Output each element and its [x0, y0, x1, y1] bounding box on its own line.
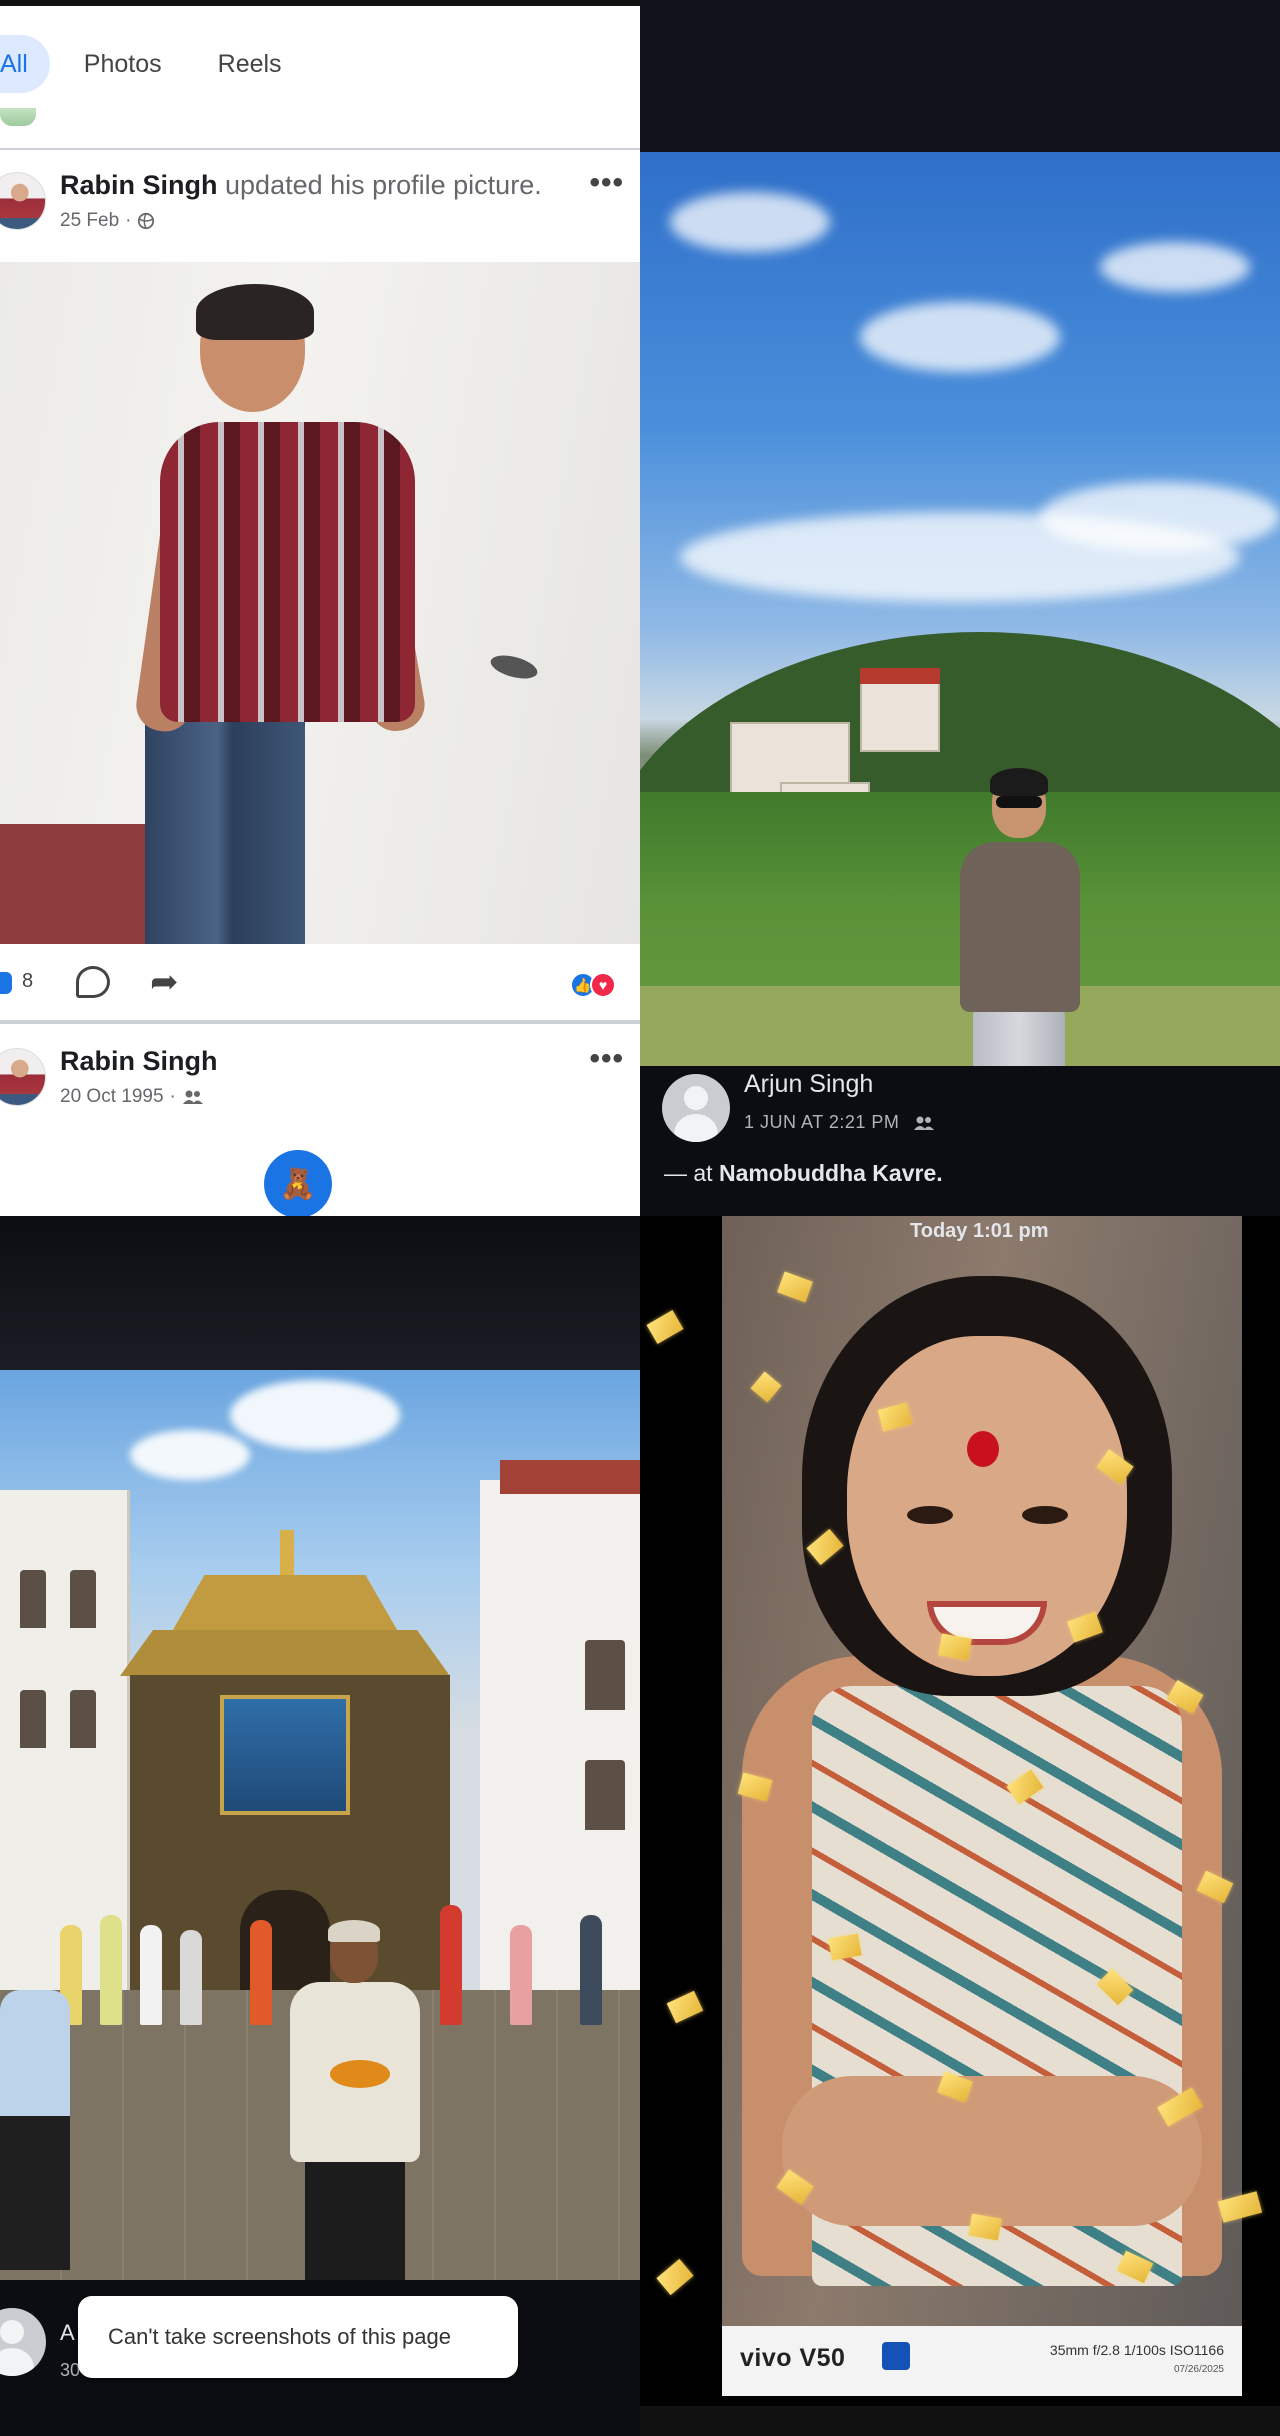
post-meta: 25 Feb · — [60, 210, 155, 232]
friends-icon — [182, 1090, 203, 1104]
story-photo[interactable] — [722, 1216, 1242, 2326]
post-header: Rabin Singh 20 Oct 1995 · ••• — [0, 1036, 640, 1146]
story-photo-panel: Today 1:01 pm vivo V50 35mm f/2.8 1/100s… — [640, 1216, 1280, 2436]
post-meta: 20 Oct 1995 · — [60, 1086, 204, 1108]
profile-feed-panel: All Photos Reels Rabin Singh updated his… — [0, 0, 640, 1216]
teddy-bear-icon[interactable]: 🧸 — [264, 1150, 332, 1216]
tab-reels[interactable]: Reels — [218, 35, 282, 93]
more-options-icon[interactable]: ••• — [589, 166, 624, 200]
post-photo[interactable] — [0, 1370, 640, 2280]
friends-icon — [913, 1116, 934, 1131]
status-strip — [0, 0, 640, 6]
post-author-line: Rabin Singh updated his profile picture. — [60, 170, 542, 201]
post-date[interactable]: 20 Oct 1995 — [60, 1086, 164, 1108]
post-action-text: updated his profile picture. — [225, 170, 542, 200]
filter-tabs: All Photos Reels — [0, 30, 338, 98]
post-header: Arjun Singh 1 JUN AT 2:21 PM — at Namobu… — [640, 1066, 1280, 1216]
camera-brand: vivo V50 — [740, 2344, 846, 2372]
tab-photos[interactable]: Photos — [84, 35, 162, 93]
location-link[interactable]: Namobuddha Kavre. — [719, 1160, 943, 1186]
post-header: Rabin Singh updated his profile picture.… — [0, 160, 640, 270]
reactions-summary[interactable]: 👍 ♥ — [570, 972, 616, 998]
post-author-line: Rabin Singh — [60, 1046, 218, 1077]
author-name[interactable]: Rabin Singh — [60, 1046, 218, 1076]
post-date-line: 1 JUN AT 2:21 PM — [744, 1112, 935, 1133]
avatar[interactable] — [662, 1074, 730, 1142]
thumbnail-image — [0, 108, 36, 126]
author-name[interactable]: Arjun Singh — [744, 1070, 873, 1099]
zeiss-logo-icon — [882, 2342, 910, 2370]
divider — [0, 148, 640, 150]
camera-specs: 35mm f/2.8 1/100s ISO1166 — [1049, 2342, 1224, 2358]
temple-post-panel: A 30 Oct 2021 Can't take screenshots of … — [0, 1216, 640, 2436]
share-icon[interactable]: ➦ — [150, 962, 179, 1002]
globe-icon — [138, 212, 155, 230]
more-options-icon[interactable]: ••• — [589, 1042, 624, 1076]
story-timestamp: Today 1:01 pm — [910, 1220, 1049, 1242]
comment-icon[interactable] — [76, 966, 110, 998]
camera-date: 07/26/2025 — [1173, 2364, 1224, 2375]
screenshot-blocked-toast: Can't take screenshots of this page — [78, 2296, 518, 2378]
love-reaction-icon: ♥ — [590, 972, 616, 998]
like-count[interactable]: 8 — [22, 970, 33, 993]
profile-photo[interactable] — [0, 262, 640, 944]
location-line: — at Namobuddha Kavre. — [664, 1160, 943, 1186]
tab-all[interactable]: All — [0, 35, 50, 93]
avatar[interactable] — [0, 2308, 46, 2376]
divider — [0, 1020, 640, 1024]
camera-watermark: vivo V50 35mm f/2.8 1/100s ISO1166 07/26… — [722, 2326, 1242, 2396]
post-action-bar: 8 ➦ 👍 ♥ — [0, 944, 640, 1020]
post-date[interactable]: 25 Feb — [60, 210, 119, 232]
post-date[interactable]: 1 JUN AT 2:21 PM — [744, 1112, 899, 1132]
avatar[interactable] — [0, 172, 46, 230]
avatar[interactable] — [0, 1048, 46, 1106]
post-photo[interactable] — [640, 152, 1280, 1066]
like-icon[interactable] — [0, 972, 12, 994]
author-name[interactable]: A — [60, 2320, 75, 2346]
arjun-post-panel: Arjun Singh 1 JUN AT 2:21 PM — at Namobu… — [640, 0, 1280, 1216]
author-name[interactable]: Rabin Singh — [60, 170, 218, 200]
